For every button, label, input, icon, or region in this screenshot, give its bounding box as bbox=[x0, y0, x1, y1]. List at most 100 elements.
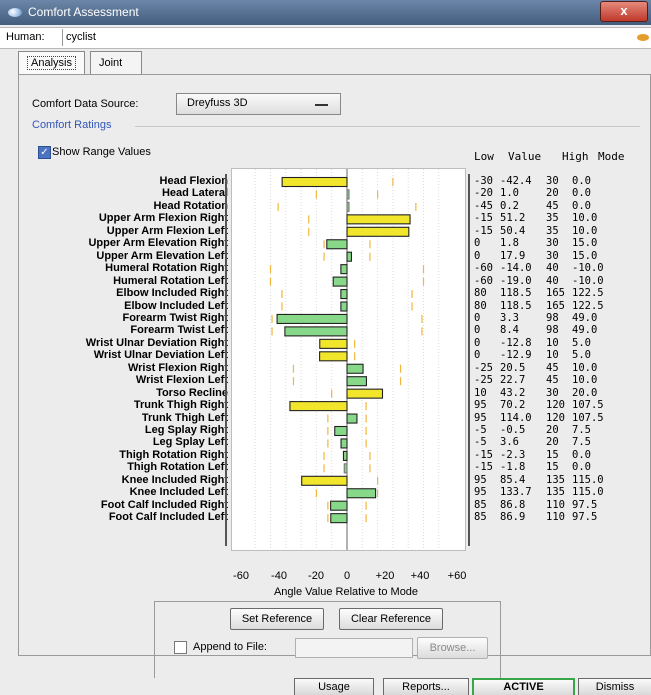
active-button[interactable]: ACTIVE bbox=[472, 678, 575, 695]
browse-button[interactable]: Browse... bbox=[417, 637, 488, 659]
x-tick-label: +60 bbox=[447, 570, 467, 582]
high-value: 40 bbox=[546, 274, 559, 287]
joint-label: Torso Recline bbox=[156, 386, 228, 399]
high-value: 135 bbox=[546, 473, 565, 486]
comfort-chart bbox=[231, 168, 466, 551]
joint-label: Elbow Included Right bbox=[116, 287, 228, 300]
show-range-checkbox[interactable]: ✓ bbox=[38, 146, 51, 159]
app-icon bbox=[8, 8, 22, 17]
window-title: Comfort Assessment bbox=[28, 5, 139, 19]
joint-label: Foot Calf Included Left bbox=[108, 511, 228, 524]
file-path-input[interactable] bbox=[295, 638, 413, 658]
mode-value: 115.0 bbox=[572, 486, 604, 499]
comfort-bar bbox=[281, 176, 348, 188]
comfort-bar bbox=[342, 450, 348, 461]
value-value: 3.3 bbox=[500, 311, 519, 324]
clear-reference-button[interactable]: Clear Reference bbox=[339, 608, 443, 630]
joint-label: Wrist Flexion Left bbox=[135, 374, 228, 387]
comfort-bar bbox=[330, 513, 348, 524]
joint-label: Trunk Thigh Right bbox=[133, 399, 228, 412]
value-value: 3.6 bbox=[500, 436, 519, 449]
comfort-bar bbox=[276, 313, 348, 324]
low-value: -20 bbox=[474, 187, 493, 200]
mode-value: 97.5 bbox=[572, 511, 598, 524]
low-value: 0 bbox=[474, 324, 481, 337]
joint-label: Head Rotation bbox=[153, 199, 228, 212]
high-value: 165 bbox=[546, 287, 565, 300]
comfort-bar bbox=[340, 264, 348, 275]
value-value: 85.4 bbox=[500, 473, 526, 486]
comfort-bar bbox=[343, 463, 348, 474]
tab-joint-angles[interactable]: Joint Angles bbox=[90, 51, 142, 91]
joint-label: Upper Arm Flexion Left bbox=[106, 224, 228, 237]
value-value: 43.2 bbox=[500, 386, 526, 399]
high-value: 35 bbox=[546, 224, 559, 237]
comfort-bar bbox=[346, 363, 364, 374]
value-value: 86.9 bbox=[500, 511, 526, 524]
data-source-select[interactable]: Dreyfuss 3D bbox=[176, 93, 341, 115]
mode-value: 49.0 bbox=[572, 311, 598, 324]
section-divider bbox=[135, 126, 640, 127]
value-value: 70.2 bbox=[500, 399, 526, 412]
high-value: 30 bbox=[546, 237, 559, 250]
high-value: 10 bbox=[546, 349, 559, 362]
column-header-low: Low bbox=[474, 150, 494, 163]
mode-value: 0.0 bbox=[572, 461, 591, 474]
high-value: 20 bbox=[546, 424, 559, 436]
joint-label: Wrist Ulnar Deviation Right bbox=[85, 336, 228, 349]
joint-label: Trunk Thigh Left bbox=[141, 411, 228, 424]
close-button[interactable]: x bbox=[600, 1, 648, 22]
usage-button[interactable]: Usage bbox=[294, 678, 374, 695]
set-reference-button[interactable]: Set Reference bbox=[230, 608, 324, 630]
mode-value: 10.0 bbox=[572, 361, 598, 374]
joint-label: Upper Arm Elevation Right bbox=[88, 237, 228, 250]
mode-value: 7.5 bbox=[572, 436, 591, 449]
value-value: -19.0 bbox=[500, 274, 532, 287]
mode-value: 115.0 bbox=[572, 473, 604, 486]
append-to-file-label: Append to File: bbox=[193, 641, 267, 653]
value-value: -2.3 bbox=[500, 448, 526, 461]
append-checkbox[interactable] bbox=[174, 641, 187, 654]
value-value: 8.4 bbox=[500, 324, 519, 337]
reports-button[interactable]: Reports... bbox=[383, 678, 469, 695]
value-value: -0.5 bbox=[500, 424, 526, 436]
comfort-bar bbox=[319, 351, 348, 362]
plot-left-bracket bbox=[225, 174, 227, 546]
column-header-mode: Mode bbox=[598, 150, 625, 163]
high-value: 30 bbox=[546, 386, 559, 399]
tab-analysis[interactable]: Analysis bbox=[18, 51, 85, 74]
high-value: 15 bbox=[546, 448, 559, 461]
value-value: 20.5 bbox=[500, 361, 526, 374]
comfort-ratings-title: Comfort Ratings bbox=[32, 119, 112, 131]
low-value: 0 bbox=[474, 237, 481, 250]
human-field[interactable] bbox=[62, 29, 633, 46]
mode-value: 5.0 bbox=[572, 336, 591, 349]
mode-value: 5.0 bbox=[572, 349, 591, 362]
comfort-bar bbox=[346, 214, 411, 225]
joint-label: Wrist Flexion Right bbox=[127, 361, 228, 374]
comfort-bar bbox=[340, 301, 348, 312]
human-row: Human: cyclist bbox=[0, 27, 651, 49]
value-value: 114.0 bbox=[500, 411, 532, 424]
comfort-bar bbox=[346, 201, 350, 212]
mode-value: 7.5 bbox=[572, 424, 591, 436]
comfort-bar bbox=[346, 189, 350, 200]
value-value: 133.7 bbox=[500, 486, 532, 499]
low-value: 80 bbox=[474, 299, 487, 312]
high-value: 30 bbox=[546, 249, 559, 262]
plot-right-bracket bbox=[468, 174, 470, 546]
dismiss-button[interactable]: Dismiss bbox=[578, 678, 651, 695]
low-value: 0 bbox=[474, 336, 481, 349]
value-value: 118.5 bbox=[500, 299, 532, 312]
comfort-assessment-window: Comfort Assessment x Human: cyclist Anal… bbox=[0, 0, 651, 695]
mode-value: 10.0 bbox=[572, 212, 598, 225]
x-tick-label: -20 bbox=[308, 570, 324, 582]
low-value: -15 bbox=[474, 448, 493, 461]
value-value: 22.7 bbox=[500, 374, 526, 387]
value-value: -42.4 bbox=[500, 175, 532, 187]
human-link-icon[interactable] bbox=[637, 34, 649, 41]
high-value: 45 bbox=[546, 374, 559, 387]
value-value: 118.5 bbox=[500, 287, 532, 300]
value-value: -12.9 bbox=[500, 349, 532, 362]
joint-label: Head Flexion bbox=[159, 175, 228, 187]
